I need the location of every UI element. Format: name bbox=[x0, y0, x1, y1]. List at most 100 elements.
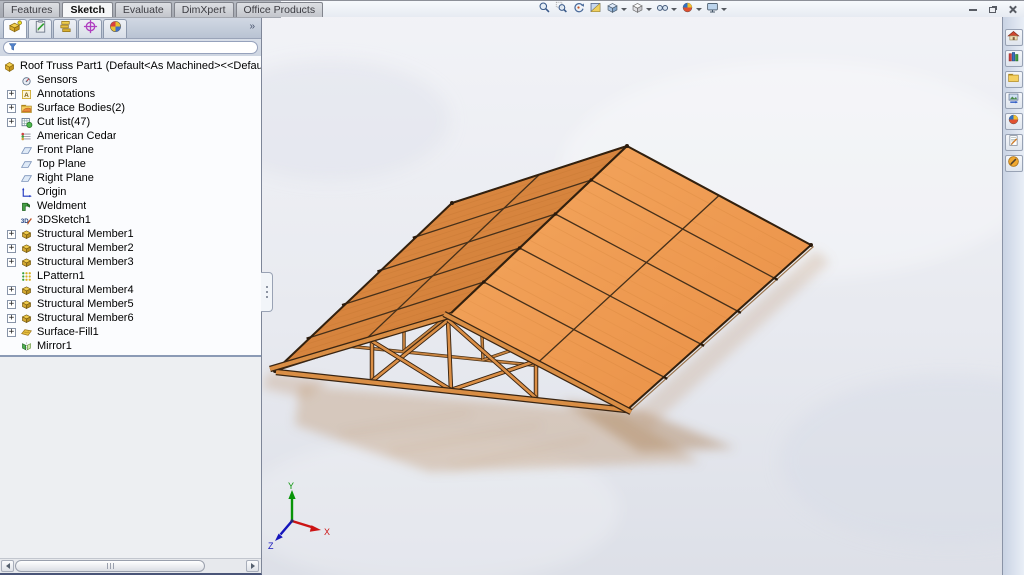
mirror-icon bbox=[19, 339, 33, 353]
solidworks-resources-button[interactable] bbox=[1005, 29, 1023, 46]
filter-row bbox=[0, 39, 261, 56]
tree-item-structural-member3[interactable]: +Structural Member3 bbox=[0, 255, 261, 269]
dimxpertmanager-tab[interactable] bbox=[78, 19, 102, 38]
hide-show-items-button[interactable] bbox=[654, 2, 679, 17]
expand-toggle[interactable]: + bbox=[7, 244, 16, 253]
plane-icon bbox=[19, 157, 33, 171]
expand-toggle[interactable]: + bbox=[7, 90, 16, 99]
manager-tabs-overflow-button[interactable]: » bbox=[249, 21, 255, 33]
ribbon-tab-evaluate[interactable]: Evaluate bbox=[115, 2, 172, 17]
structural-member-icon bbox=[19, 283, 33, 297]
ribbon-tab-features[interactable]: Features bbox=[3, 2, 60, 17]
tree-item-structural-member1[interactable]: +Structural Member1 bbox=[0, 227, 261, 241]
configurationmanager-tab[interactable] bbox=[53, 19, 77, 38]
triad-y-label: Y bbox=[288, 481, 294, 491]
zoom-to-area-button[interactable] bbox=[553, 2, 570, 17]
tree-item-lpattern1[interactable]: LPattern1 bbox=[0, 269, 261, 283]
configurationmanager-icon bbox=[58, 19, 73, 39]
expand-toggle[interactable]: + bbox=[7, 258, 16, 267]
tree-item-surface-bodies-2-[interactable]: +Surface Bodies(2) bbox=[0, 101, 261, 115]
tree-item-label: Top Plane bbox=[37, 158, 86, 170]
tree-item-label: Surface-Fill1 bbox=[37, 326, 99, 338]
tree-horizontal-scrollbar[interactable] bbox=[0, 558, 261, 573]
tree-item-structural-member2[interactable]: +Structural Member2 bbox=[0, 241, 261, 255]
custom-properties-button[interactable] bbox=[1005, 134, 1023, 151]
tree-item-label: Origin bbox=[37, 186, 66, 198]
dropdown-caret-icon[interactable] bbox=[671, 8, 677, 11]
graphics-viewport[interactable]: Y X Z bbox=[262, 0, 1002, 575]
design-library-button[interactable] bbox=[1005, 50, 1023, 67]
restore-button[interactable] bbox=[986, 4, 999, 15]
expand-toggle[interactable]: + bbox=[7, 300, 16, 309]
expand-toggle[interactable]: + bbox=[7, 230, 16, 239]
document-checker-button[interactable] bbox=[1005, 155, 1023, 172]
tree-item-structural-member5[interactable]: +Structural Member5 bbox=[0, 297, 261, 311]
tree-item-right-plane[interactable]: Right Plane bbox=[0, 171, 261, 185]
tree-item-surface-fill1[interactable]: + Surface-Fill1 bbox=[0, 325, 261, 339]
tree-item-3dsketch1[interactable]: 3D3DSketch1 bbox=[0, 213, 261, 227]
propertymanager-tab[interactable] bbox=[28, 19, 52, 38]
view-palette-button[interactable] bbox=[1005, 92, 1023, 109]
expand-toggle[interactable]: + bbox=[7, 286, 16, 295]
tree-item-mirror1[interactable]: Mirror1 bbox=[0, 339, 261, 353]
dimxpertmanager-icon bbox=[83, 19, 98, 39]
view-settings-icon bbox=[706, 1, 719, 19]
view-orientation-button[interactable] bbox=[604, 2, 629, 17]
expand-toggle[interactable]: + bbox=[7, 314, 16, 323]
tree-item-american-cedar[interactable]: American Cedar bbox=[0, 129, 261, 143]
panel-splitter-handle[interactable] bbox=[261, 272, 273, 312]
tree-item-sensors[interactable]: Sensors bbox=[0, 73, 261, 87]
part-icon bbox=[2, 59, 16, 73]
minimize-button[interactable] bbox=[966, 4, 979, 15]
dropdown-caret-icon[interactable] bbox=[696, 8, 702, 11]
close-button[interactable] bbox=[1006, 4, 1019, 15]
tree-item-cut-list-47-[interactable]: +Cut list(47) bbox=[0, 115, 261, 129]
custom-properties-icon bbox=[1007, 134, 1020, 152]
tree-item-label: American Cedar bbox=[37, 130, 116, 142]
tree-item-top-plane[interactable]: Top Plane bbox=[0, 157, 261, 171]
display-style-button[interactable] bbox=[629, 2, 654, 17]
ribbon-tab-sketch[interactable]: Sketch bbox=[62, 2, 112, 17]
view-settings-button[interactable] bbox=[704, 2, 729, 17]
expand-toggle[interactable]: + bbox=[7, 104, 16, 113]
appearances-scenes-button[interactable] bbox=[1005, 113, 1023, 130]
file-explorer-button[interactable] bbox=[1005, 71, 1023, 88]
scroll-thumb[interactable] bbox=[15, 560, 205, 572]
edit-appearance-button[interactable] bbox=[679, 2, 704, 17]
featuremanager-design-tree-tab[interactable] bbox=[3, 19, 27, 38]
ribbon-tab-office-products[interactable]: Office Products bbox=[236, 2, 324, 17]
surface-fill-icon bbox=[19, 325, 33, 339]
dropdown-caret-icon[interactable] bbox=[621, 8, 627, 11]
expand-toggle[interactable]: + bbox=[7, 328, 16, 337]
rotate-view-button[interactable] bbox=[570, 2, 587, 17]
tree-root-item[interactable]: Roof Truss Part1 (Default<As Machined><<… bbox=[0, 59, 261, 73]
section-view-button[interactable] bbox=[587, 2, 604, 17]
scroll-right-arrow[interactable] bbox=[246, 560, 259, 572]
displaymanager-tab[interactable] bbox=[103, 19, 127, 38]
filter-funnel-icon[interactable] bbox=[8, 39, 18, 57]
tree-item-label: Roof Truss Part1 (Default<As Machined><<… bbox=[20, 60, 261, 72]
weldment-icon bbox=[19, 199, 33, 213]
tree-item-front-plane[interactable]: Front Plane bbox=[0, 143, 261, 157]
design-library-icon bbox=[1007, 50, 1020, 68]
tree-item-origin[interactable]: Origin bbox=[0, 185, 261, 199]
tree-item-structural-member6[interactable]: +Structural Member6 bbox=[0, 311, 261, 325]
edit-appearance-icon bbox=[681, 1, 694, 19]
zoom-to-fit-button[interactable] bbox=[536, 2, 553, 17]
expand-toggle[interactable]: + bbox=[7, 118, 16, 127]
ribbon-tab-dimxpert[interactable]: DimXpert bbox=[174, 2, 234, 17]
surface-bodies-icon bbox=[19, 101, 33, 115]
sketch3d-icon: 3D bbox=[19, 213, 33, 227]
tree-item-structural-member4[interactable]: +Structural Member4 bbox=[0, 283, 261, 297]
rotate-view-icon bbox=[572, 1, 585, 19]
triad-z-label: Z bbox=[268, 541, 274, 551]
tree-item-weldment[interactable]: Weldment bbox=[0, 199, 261, 213]
tree-item-annotations[interactable]: +AAnnotations bbox=[0, 87, 261, 101]
feature-tree-filter-input[interactable] bbox=[3, 41, 258, 54]
top-toolbar-strip: FeaturesSketchEvaluateDimXpertOffice Pro… bbox=[0, 0, 1024, 17]
dropdown-caret-icon[interactable] bbox=[721, 8, 727, 11]
window-controls bbox=[966, 4, 1019, 15]
dropdown-caret-icon[interactable] bbox=[646, 8, 652, 11]
tree-item-label: Mirror1 bbox=[37, 340, 72, 352]
scroll-left-arrow[interactable] bbox=[1, 560, 14, 572]
